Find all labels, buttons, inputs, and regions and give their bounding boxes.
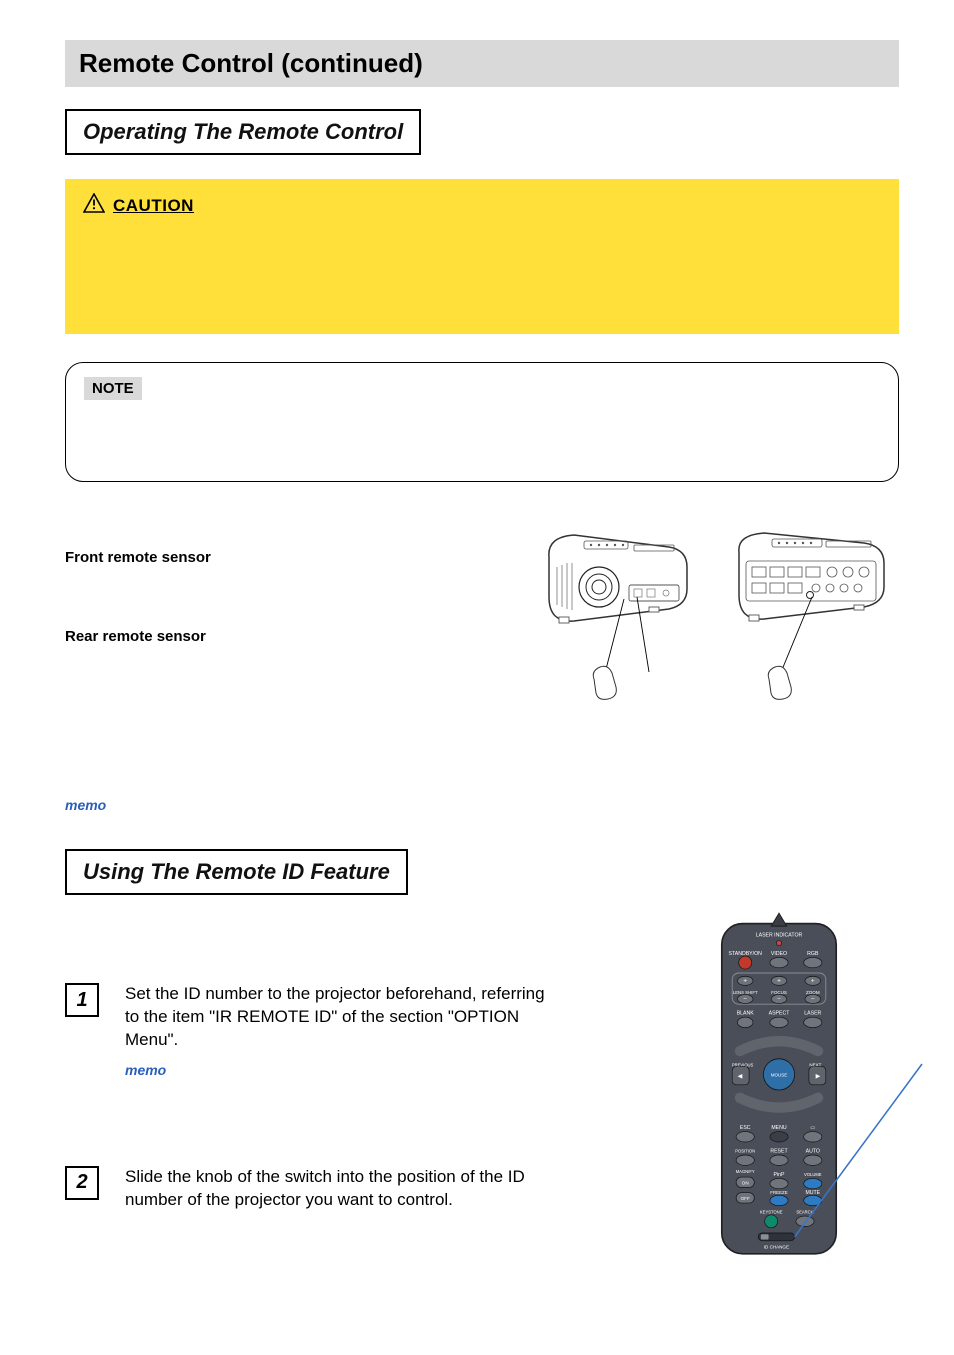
svg-text:MENU: MENU bbox=[771, 1125, 787, 1131]
rear-sensor-label: Rear remote sensor bbox=[65, 628, 509, 645]
svg-text:FOCUS: FOCUS bbox=[771, 990, 787, 995]
reset-button[interactable] bbox=[770, 1155, 788, 1165]
svg-text:VOLUME: VOLUME bbox=[804, 1172, 822, 1177]
pinp-button[interactable] bbox=[770, 1178, 788, 1188]
projector-rear-figure bbox=[724, 527, 899, 727]
svg-text:◄: ◄ bbox=[736, 1071, 744, 1080]
svg-text:KEYSTONE: KEYSTONE bbox=[760, 1210, 783, 1215]
laser-button[interactable] bbox=[804, 1017, 822, 1027]
section-operating-title: Operating The Remote Control bbox=[65, 109, 421, 155]
svg-text:PinP: PinP bbox=[774, 1172, 785, 1178]
remote-laser-indicator-label: LASER INDICATOR bbox=[756, 933, 803, 939]
step-2-number: 2 bbox=[65, 1166, 99, 1200]
video-button[interactable] bbox=[770, 957, 788, 967]
right-click-button[interactable] bbox=[804, 1132, 822, 1142]
blank-button[interactable] bbox=[737, 1017, 753, 1027]
svg-text:MOUSE: MOUSE bbox=[771, 1072, 788, 1077]
projector-front-figure bbox=[529, 527, 704, 727]
caution-box: CAUTION bbox=[65, 179, 899, 334]
svg-text:►: ► bbox=[814, 1071, 822, 1080]
svg-text:BLANK: BLANK bbox=[737, 1011, 755, 1017]
page-title-text: Remote Control (continued) bbox=[79, 48, 423, 78]
esc-button[interactable] bbox=[736, 1132, 754, 1142]
warning-triangle-icon bbox=[83, 193, 105, 218]
memo-label-1: memo bbox=[65, 797, 899, 813]
svg-text:MAGNIFY: MAGNIFY bbox=[736, 1169, 755, 1174]
svg-text:−: − bbox=[811, 996, 815, 1003]
search-button[interactable] bbox=[796, 1216, 814, 1226]
front-sensor-label: Front remote sensor bbox=[65, 549, 509, 566]
section-remote-id-text: Using The Remote ID Feature bbox=[83, 859, 390, 884]
svg-text:ESC: ESC bbox=[740, 1125, 751, 1131]
svg-text:AUTO: AUTO bbox=[806, 1148, 820, 1154]
note-label: NOTE bbox=[84, 377, 142, 400]
svg-text:LENS SHIFT: LENS SHIFT bbox=[733, 990, 758, 995]
note-box: NOTE bbox=[65, 362, 899, 482]
auto-button[interactable] bbox=[804, 1155, 822, 1165]
svg-text:▭: ▭ bbox=[810, 1125, 815, 1131]
svg-text:LASER: LASER bbox=[804, 1011, 821, 1017]
svg-text:ZOOM: ZOOM bbox=[806, 990, 820, 995]
svg-text:OFF: OFF bbox=[741, 1196, 750, 1201]
svg-text:ASPECT: ASPECT bbox=[769, 1011, 791, 1017]
section-remote-id-title: Using The Remote ID Feature bbox=[65, 849, 408, 895]
step-1-memo: memo bbox=[125, 1062, 555, 1078]
step-1-number: 1 bbox=[65, 983, 99, 1017]
caution-label: CAUTION bbox=[113, 196, 194, 216]
svg-text:VIDEO: VIDEO bbox=[771, 951, 787, 957]
aspect-button[interactable] bbox=[770, 1017, 788, 1027]
keystone-button[interactable] bbox=[765, 1215, 778, 1228]
section-operating-text: Operating The Remote Control bbox=[83, 119, 403, 144]
volume-button[interactable] bbox=[804, 1178, 822, 1188]
svg-text:−: − bbox=[777, 996, 781, 1003]
step-2-text: Slide the knob of the switch into the po… bbox=[125, 1166, 555, 1212]
menu-button[interactable] bbox=[770, 1132, 788, 1142]
svg-text:POSITION: POSITION bbox=[735, 1148, 755, 1153]
rgb-button[interactable] bbox=[804, 957, 822, 967]
position-button[interactable] bbox=[736, 1155, 754, 1165]
svg-text:FREEZE: FREEZE bbox=[770, 1190, 787, 1195]
svg-text:ID CHANGE: ID CHANGE bbox=[764, 1245, 789, 1250]
svg-text:ON: ON bbox=[742, 1180, 749, 1185]
svg-text:+: + bbox=[743, 978, 747, 985]
svg-text:+: + bbox=[777, 978, 781, 985]
standby-button[interactable] bbox=[739, 956, 752, 969]
step-1-text: Set the ID number to the projector befor… bbox=[125, 983, 555, 1052]
page-title-bar: Remote Control (continued) bbox=[65, 40, 899, 87]
remote-control-figure: LASER INDICATOR STANDBY/ON VIDEO RGB LEN… bbox=[714, 920, 844, 1260]
svg-text:−: − bbox=[743, 996, 747, 1003]
svg-text:RESET: RESET bbox=[770, 1148, 788, 1154]
freeze-button[interactable] bbox=[770, 1195, 788, 1205]
svg-text:+: + bbox=[811, 978, 815, 985]
svg-text:RGB: RGB bbox=[807, 951, 819, 957]
